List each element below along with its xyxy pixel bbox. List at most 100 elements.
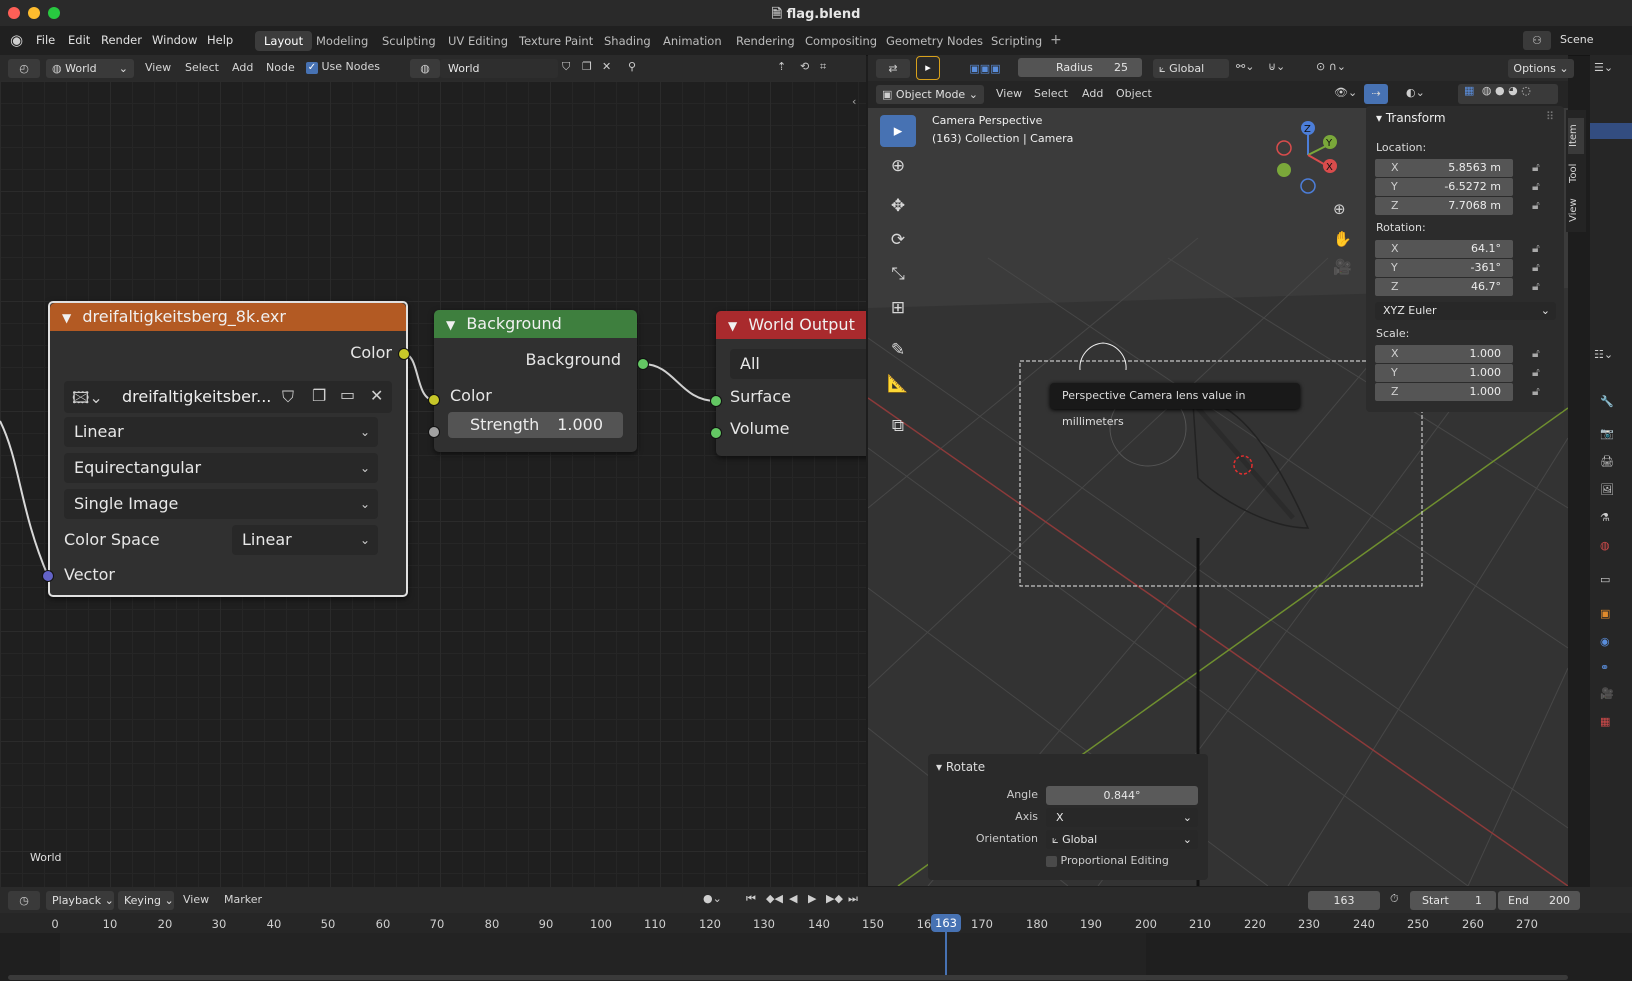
location-y-field[interactable]: Y -6.5272 m [1375, 178, 1513, 196]
outliner-selected-row[interactable] [1590, 123, 1632, 139]
node-menu-node[interactable]: Node [266, 61, 295, 74]
next-keyframe-icon[interactable]: ▶◆ [826, 892, 843, 905]
world-output-node[interactable]: ▼ World Output All Surface Volume [716, 311, 866, 456]
render-properties-icon[interactable]: 📷 [1600, 427, 1614, 440]
background-node[interactable]: ▼ Background Background Color Strength 1… [434, 310, 637, 452]
world-name-field[interactable]: World [440, 59, 558, 78]
lock-icon[interactable]: 🔓︎ [1532, 365, 1540, 380]
tab-shading[interactable]: Shading [595, 31, 660, 51]
background-node-header[interactable]: ▼ Background [434, 310, 637, 338]
rotation-mode-dropdown[interactable]: XYZ Euler ⌄ [1375, 302, 1556, 320]
lock-icon[interactable]: 🔓︎ [1532, 241, 1540, 256]
tab-geometry-nodes[interactable]: Geometry Nodes [877, 31, 992, 51]
visibility-icon[interactable]: 👁⌄ [1334, 86, 1357, 99]
tab-scripting[interactable]: Scripting [982, 31, 1051, 51]
blender-logo-icon[interactable]: ◉ [10, 31, 23, 49]
drag-handle-icon[interactable]: ⠿ [1546, 110, 1554, 123]
auto-keying-record-icon[interactable]: ●⌄ [703, 892, 722, 905]
scale-tool[interactable]: ⤡ [880, 258, 916, 290]
tab-uv-editing[interactable]: UV Editing [439, 31, 517, 51]
tab-layout[interactable]: Layout [255, 31, 313, 51]
strength-field[interactable]: Strength 1.000 [448, 412, 623, 438]
menu-help[interactable]: Help [207, 33, 233, 47]
lock-icon[interactable]: 🔓︎ [1532, 279, 1540, 294]
unlink-image-icon[interactable]: ✕ [370, 386, 383, 405]
playback-menu[interactable]: Playback ⌄ [46, 891, 114, 910]
options-dropdown[interactable]: Options ⌄ [1508, 59, 1574, 78]
image-node-header[interactable]: ▼ dreifaltigkeitsberg_8k.exr [50, 303, 406, 331]
current-frame-field[interactable]: 163 [1308, 891, 1380, 910]
measure-tool[interactable]: 📐 [880, 368, 916, 400]
projection-dropdown[interactable]: Equirectangular ⌄ [64, 453, 378, 483]
menu-window[interactable]: Window [152, 33, 197, 47]
background-output-socket[interactable] [637, 358, 649, 370]
camera-view-icon[interactable]: 🎥 [1333, 258, 1352, 276]
fake-user-shield-icon[interactable]: ⛉ [282, 387, 294, 407]
source-dropdown[interactable]: Single Image ⌄ [64, 489, 378, 519]
annotate-tool[interactable]: ✎ [880, 334, 916, 366]
end-frame-field[interactable]: End 200 [1498, 891, 1580, 910]
physics-properties-icon[interactable]: ◉ [1600, 635, 1610, 648]
vector-input-socket[interactable] [42, 570, 54, 582]
open-folder-icon[interactable]: ▭ [340, 385, 355, 404]
selection-mode-buttons[interactable]: ▣▣▣ [956, 59, 1014, 78]
shading-mode-buttons[interactable]: ▦ ◍ ● ◕ ◌ [1458, 84, 1558, 104]
viewport-menu-object[interactable]: Object [1116, 87, 1152, 100]
select-box-tool[interactable]: ▸ [880, 115, 916, 147]
preview-range-clock-icon[interactable]: ⏱ [1390, 892, 1399, 906]
object-data-camera-icon[interactable]: 🎥 [1600, 687, 1614, 700]
node-menu-add[interactable]: Add [232, 61, 253, 74]
node-editor-canvas[interactable]: ▼ dreifaltigkeitsberg_8k.exr Color 🖾⌄ dr… [0, 81, 866, 887]
navigation-gizmo[interactable]: Z Y X [1268, 118, 1348, 198]
timeline-menu-marker[interactable]: Marker [224, 893, 262, 906]
outliner-editor-icon[interactable]: ☰⌄ [1594, 61, 1613, 74]
tab-rendering[interactable]: Rendering [727, 31, 804, 51]
proportional-editing-icon[interactable]: ⊙ ∩⌄ [1316, 60, 1346, 73]
radius-field[interactable]: Radius 25 [1018, 58, 1142, 77]
pivot-point-icon[interactable]: ⚯⌄ [1236, 60, 1254, 73]
tab-animation[interactable]: Animation [654, 31, 731, 51]
lock-icon[interactable]: 🔓︎ [1532, 179, 1540, 194]
scale-z-field[interactable]: Z 1.000 [1375, 383, 1513, 401]
image-browse-icon[interactable]: 🖾⌄ [72, 387, 103, 414]
jump-to-start-icon[interactable]: ⏮ [746, 892, 756, 906]
move-tool[interactable]: ✥ [880, 190, 916, 222]
collapse-arrow-icon[interactable]: ▼ [62, 311, 71, 325]
background-color-input-socket[interactable] [428, 394, 440, 406]
select-tool-icon[interactable]: ▸ [916, 56, 940, 80]
menu-edit[interactable]: Edit [68, 33, 90, 47]
rotation-z-field[interactable]: Z 46.7° [1375, 278, 1513, 296]
world-output-node-header[interactable]: ▼ World Output [716, 311, 866, 339]
location-x-field[interactable]: X 5.8563 m [1375, 159, 1513, 177]
color-space-dropdown[interactable]: Linear ⌄ [232, 525, 378, 555]
snap-icon[interactable]: ⟲ [800, 60, 809, 73]
tab-compositing[interactable]: Compositing [796, 31, 886, 51]
rotation-y-field[interactable]: Y -361° [1375, 259, 1513, 277]
interpolation-dropdown[interactable]: Linear ⌄ [64, 417, 378, 447]
object-mode-dropdown[interactable]: ▣ Object Mode ⌄ [876, 85, 984, 104]
snap-mode-icon[interactable]: ⌗ [820, 60, 826, 74]
duplicate-icon[interactable]: ❐ [582, 60, 592, 73]
tab-texture-paint[interactable]: Texture Paint [510, 31, 602, 51]
viewport-menu-add[interactable]: Add [1082, 87, 1103, 100]
zoom-icon[interactable]: ⊕ [1333, 200, 1346, 218]
node-menu-select[interactable]: Select [185, 61, 219, 74]
image-name[interactable]: dreifaltigkeitsber... [122, 387, 271, 406]
image-color-output-socket[interactable] [398, 348, 410, 360]
viewport-menu-view[interactable]: View [996, 87, 1022, 100]
orientation-dropdown[interactable]: ⟀ Global ⌄ [1046, 830, 1198, 849]
tool-properties-icon[interactable]: 🔧 [1600, 395, 1614, 408]
image-selector[interactable]: 🖾⌄ dreifaltigkeitsber... ⛉ ❐ ▭ ✕ [64, 381, 392, 413]
collapse-sidebar-icon[interactable]: ‹ [852, 95, 856, 108]
tab-item[interactable]: Item [1568, 118, 1584, 154]
start-frame-field[interactable]: Start 1 [1410, 891, 1496, 910]
snap-magnet-icon[interactable]: ⊍⌄ [1268, 60, 1285, 73]
transform-tool[interactable]: ⊞ [880, 292, 916, 324]
node-menu-view[interactable]: View [145, 61, 171, 74]
play-icon[interactable]: ▶ [808, 892, 816, 905]
jump-to-end-icon[interactable]: ⏭ [848, 892, 858, 906]
properties-editor-icon[interactable]: ☷⌄ [1594, 348, 1613, 361]
lock-icon[interactable]: 🔓︎ [1532, 384, 1540, 399]
image-texture-node[interactable]: ▼ dreifaltigkeitsberg_8k.exr Color 🖾⌄ dr… [48, 301, 408, 597]
lock-icon[interactable]: 🔓︎ [1532, 198, 1540, 213]
